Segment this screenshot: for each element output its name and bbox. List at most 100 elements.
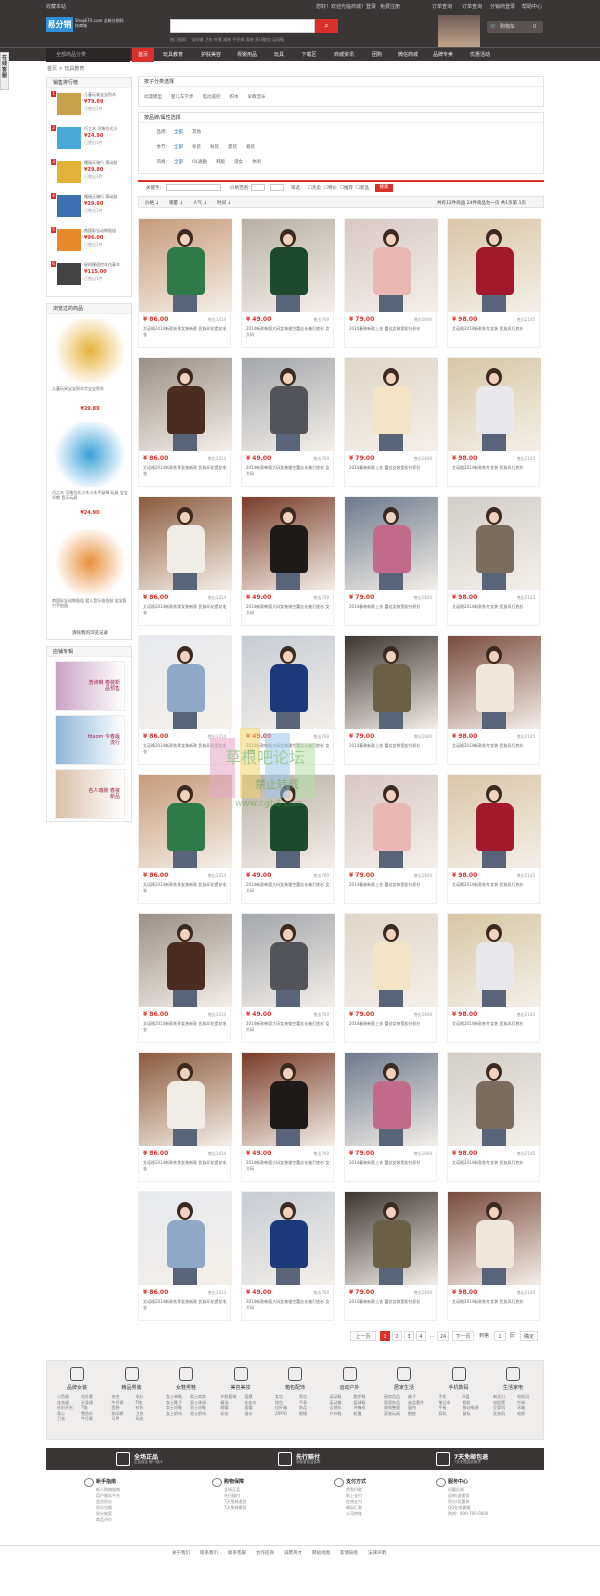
- ranking-item[interactable]: 6 星阿模遥控车仿真车 ¥115.00 已售出1件: [51, 261, 131, 293]
- product-image[interactable]: [345, 1192, 438, 1285]
- category-sublink[interactable]: 耳机: [439, 1411, 461, 1417]
- product-card[interactable]: ¥ 79.00 售出1640 2014春装新款上衣 蕾丝女装宽松针织衫: [344, 1191, 438, 1321]
- product-card[interactable]: ¥ 86.00 售出1414 艾诺格2014新款秋季女装新款 民族印花提花毛衣: [138, 1191, 232, 1321]
- page-last[interactable]: 24: [437, 1331, 449, 1341]
- category-name[interactable]: 运动户外: [324, 1384, 376, 1391]
- product-image[interactable]: [242, 1053, 335, 1146]
- product-title[interactable]: 艾诺格2014新款秋季女装新款 民族印花提花毛衣: [143, 604, 229, 616]
- product-card[interactable]: ¥ 49.00 售出769 2014新款韩版大码女装镂空蕾丝长袖打底衫 女 大码: [241, 913, 335, 1043]
- nav-item-7[interactable]: 商城资讯: [326, 48, 362, 62]
- product-title[interactable]: 艾诺格2014新款秋冬女装 民族风打底衫: [452, 1299, 538, 1311]
- category-name[interactable]: 生活家电: [487, 1384, 539, 1391]
- product-card[interactable]: ¥ 98.00 售出2145 艾诺格2014新款秋冬女装 民族风打底衫: [447, 1191, 541, 1321]
- ranking-item[interactable]: 5 南国彩宝动物鼓组 ¥96.00 已售出1件: [51, 227, 131, 259]
- help-center-link[interactable]: 帮助中心: [522, 3, 542, 10]
- product-card[interactable]: ¥ 79.00 售出1640 2014春装新款上衣 蕾丝女装宽松针织衫: [344, 913, 438, 1043]
- ranking-product-title[interactable]: 儿童玩具宝宝积木: [84, 92, 132, 97]
- category-sublink[interactable]: 马甲: [112, 1416, 134, 1422]
- product-title[interactable]: 艾诺格2014新款秋冬女装 民族风打底衫: [452, 743, 538, 755]
- attribute-option[interactable]: 全部: [174, 160, 183, 165]
- product-image[interactable]: [345, 219, 438, 312]
- footer-link[interactable]: 诚聘英才: [284, 1550, 302, 1556]
- product-image[interactable]: [139, 1192, 232, 1285]
- attribute-option[interactable]: OL通勤: [192, 160, 207, 165]
- product-title[interactable]: 2014新款韩版大码女装镂空蕾丝长袖打底衫 女 大码: [246, 604, 332, 616]
- filter-checkbox[interactable]: ☐推荐: [340, 185, 353, 191]
- clear-history-link[interactable]: 清除我的浏览记录: [47, 630, 133, 636]
- category-sublink[interactable]: 女士帆布: [166, 1411, 188, 1417]
- ranking-product-title[interactable]: 儒瑞天骑行 滑动鼓: [84, 194, 132, 199]
- category-sublink[interactable]: 卫衣: [57, 1416, 79, 1422]
- category-sublink[interactable]: 鼠标: [463, 1411, 485, 1417]
- product-card[interactable]: ¥ 79.00 售出1640 2014春装新款上衣 蕾丝女装宽松针织衫: [344, 357, 438, 487]
- product-image[interactable]: [242, 636, 335, 729]
- subcategory-link[interactable]: 动漫模型: [144, 95, 162, 100]
- product-image[interactable]: [345, 1053, 438, 1146]
- product-image[interactable]: [139, 497, 232, 590]
- order-query-link[interactable]: 订单查询: [432, 3, 452, 10]
- search-button[interactable]: ⌕: [315, 19, 338, 33]
- subcategory-link[interactable]: 积木: [230, 95, 239, 100]
- cart-button[interactable]: 🛒 购物车 0: [487, 21, 543, 33]
- nav-item-10[interactable]: 品牌专卖: [426, 48, 460, 62]
- category-name[interactable]: 女鞋男鞋: [160, 1384, 212, 1391]
- product-title[interactable]: 艾诺格2014新款秋季女装新款 民族印花提花毛衣: [143, 1160, 229, 1172]
- viewed-product-title[interactable]: 儿童玩具宝宝积木字宝宝积木: [52, 386, 130, 391]
- product-image[interactable]: [139, 358, 232, 451]
- ranking-product-title[interactable]: 巧之木 可拖拉式小: [84, 126, 132, 131]
- shop-album[interactable]: 浩诗琳 春装新品预售: [55, 661, 125, 711]
- price-max-input[interactable]: [270, 184, 284, 191]
- product-image[interactable]: [345, 358, 438, 451]
- product-title[interactable]: 艾诺格2014新款秋季女装新款 民族印花提花毛衣: [143, 326, 229, 338]
- sort-1[interactable]: 价格 ↓: [145, 200, 159, 206]
- viewed-item[interactable]: 南国彩宝动物鼓组 婴儿音乐拍拍鼓 宝宝智力手拍鼓: [47, 530, 133, 630]
- product-title[interactable]: 艾诺格2014新款秋季女装新款 民族印花提花毛衣: [143, 1021, 229, 1033]
- distributor-login-link[interactable]: 分销商登录: [490, 3, 515, 10]
- footer-link[interactable]: 关于我们: [172, 1550, 190, 1556]
- category-name[interactable]: 精品男装: [106, 1384, 158, 1391]
- category-name[interactable]: 美容美妆: [215, 1384, 267, 1391]
- help-link[interactable]: 商品评价: [96, 1517, 204, 1523]
- product-title[interactable]: 艾诺格2014新款秋季女装新款 民族印花提花毛衣: [143, 465, 229, 477]
- product-title[interactable]: 2014春装新款上衣 蕾丝女装宽松针织衫: [349, 1299, 435, 1311]
- product-card[interactable]: ¥ 79.00 售出1640 2014春装新款上衣 蕾丝女装宽松针织衫: [344, 635, 438, 765]
- product-image[interactable]: [448, 636, 541, 729]
- product-image[interactable]: [139, 636, 232, 729]
- product-card[interactable]: ¥ 49.00 售出769 2014新款韩版大码女装镂空蕾丝长袖打底衫 女 大码: [241, 1052, 335, 1182]
- category-name[interactable]: 手机数码: [433, 1384, 485, 1391]
- product-card[interactable]: ¥ 98.00 售出2145 艾诺格2014新款秋冬女装 民族风打底衫: [447, 218, 541, 348]
- login-link[interactable]: 登录: [366, 3, 376, 10]
- product-card[interactable]: ¥ 98.00 售出2145 艾诺格2014新款秋冬女装 民族风打底衫: [447, 774, 541, 904]
- product-image[interactable]: [345, 497, 438, 590]
- product-title[interactable]: 艾诺格2014新款秋冬女装 民族风打底衫: [452, 326, 538, 338]
- ranking-product-image[interactable]: [57, 229, 81, 251]
- footer-link[interactable]: 联系我们: [200, 1550, 218, 1556]
- attribute-option[interactable]: 韩版: [216, 160, 225, 165]
- category-sublink[interactable]: 风衣: [136, 1416, 158, 1422]
- product-image[interactable]: [448, 1053, 541, 1146]
- product-title[interactable]: 2014春装新款上衣 蕾丝女装宽松针织衫: [349, 882, 435, 894]
- viewed-product-title[interactable]: 南国彩宝动物鼓组 婴儿音乐拍拍鼓 宝宝智力手拍鼓: [52, 598, 130, 608]
- product-title[interactable]: 艾诺格2014新款秋冬女装 民族风打底衫: [452, 604, 538, 616]
- product-image[interactable]: [448, 1192, 541, 1285]
- category-sublink[interactable]: 帐篷: [354, 1411, 376, 1417]
- ranking-item[interactable]: 4 儒瑞天骑行 滑动鼓 ¥29.80 已售出1件: [51, 193, 131, 225]
- product-title[interactable]: 艾诺格2014新款秋冬女装 民族风打底衫: [452, 882, 538, 894]
- help-link[interactable]: 热线：400-700-0000: [448, 1511, 556, 1517]
- category-name[interactable]: 居家生活: [378, 1384, 430, 1391]
- product-card[interactable]: ¥ 49.00 售出769 2014新款韩版大码女装镂空蕾丝长袖打底衫 女 大码: [241, 496, 335, 626]
- product-card[interactable]: ¥ 86.00 售出1414 艾诺格2014新款秋季女装新款 民族印花提花毛衣: [138, 357, 232, 487]
- search-input[interactable]: [170, 19, 315, 33]
- header-banner-image[interactable]: [438, 15, 480, 49]
- ranking-item[interactable]: 3 儒瑞天骑行 滑动鼓 ¥29.80 已售出1件: [51, 159, 131, 191]
- product-card[interactable]: ¥ 86.00 售出1414 艾诺格2014新款秋季女装新款 民族印花提花毛衣: [138, 218, 232, 348]
- sort-4[interactable]: 时间 ↓: [217, 200, 231, 206]
- site-logo[interactable]: 易分销: [46, 17, 73, 32]
- subcategory-link[interactable]: 电动遥控: [203, 95, 221, 100]
- nav-item-11[interactable]: 优惠活动: [462, 48, 498, 62]
- product-image[interactable]: [448, 497, 541, 590]
- viewed-product-image[interactable]: [55, 318, 125, 383]
- product-title[interactable]: 2014新款韩版大码女装镂空蕾丝长袖打底衫 女 大码: [246, 1160, 332, 1172]
- ranking-product-image[interactable]: [57, 195, 81, 217]
- attribute-option[interactable]: 春装: [246, 145, 255, 150]
